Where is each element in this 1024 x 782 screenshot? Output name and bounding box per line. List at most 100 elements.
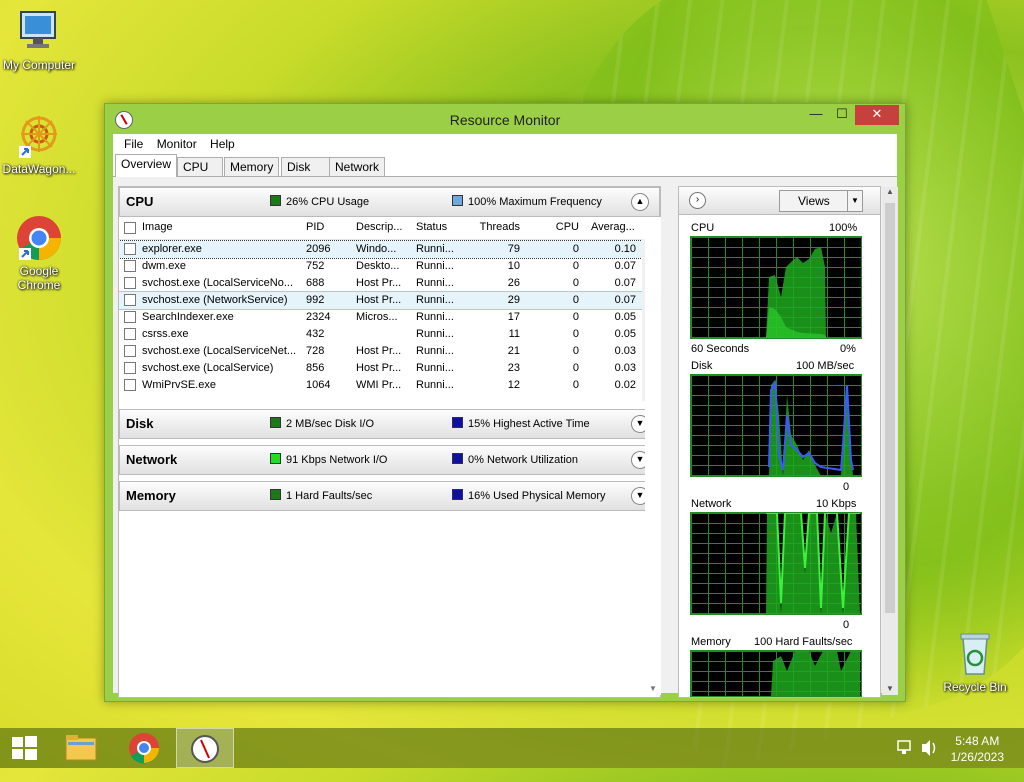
network-graph — [690, 512, 862, 615]
table-row[interactable]: csrss.exe 432 Runni... 11 0 0.05 — [119, 326, 658, 343]
datawagon-icon — [15, 112, 63, 160]
tab-overview[interactable]: Overview — [115, 154, 178, 177]
tab-memory[interactable]: Memory — [224, 157, 280, 176]
row-checkbox[interactable] — [124, 260, 136, 272]
used-memory-stat: 16% Used Physical Memory — [468, 490, 606, 502]
row-checkbox[interactable] — [124, 345, 136, 357]
title-bar[interactable]: Resource Monitor — ☐ ✕ — [105, 104, 905, 134]
table-row[interactable]: WmiPrvSE.exe 1064 WMI Pr... Runni... 12 0 0.02 — [119, 377, 658, 394]
row-checkbox[interactable] — [124, 311, 136, 323]
table-row[interactable]: dwm.exe 752 Deskto... Runni... 10 0 0.07 — [119, 258, 658, 275]
row-checkbox[interactable] — [124, 277, 136, 289]
tab-cpu[interactable]: CPU — [177, 157, 223, 176]
cell-cpu: 0 — [572, 379, 579, 391]
scroll-up-arrow-icon[interactable]: ▲ — [882, 187, 898, 196]
disk-section-header[interactable]: Disk 2 MB/sec Disk I/O 15% Highest Activ… — [119, 409, 660, 439]
scrollbar-thumb[interactable] — [885, 203, 895, 613]
desktop-icon-recycle-bin[interactable]: Recycle Bin — [936, 630, 1014, 694]
row-checkbox[interactable] — [124, 294, 136, 306]
col-threads[interactable]: Threads — [469, 221, 520, 243]
views-dropdown[interactable]: Views ▼ — [779, 190, 863, 212]
network-graph-plot — [766, 513, 860, 614]
system-clock[interactable]: 5:48 AM 1/26/2023 — [951, 733, 1004, 765]
desktop-icon-datawagon[interactable]: DataWagon... — [0, 112, 78, 176]
row-checkbox[interactable] — [124, 328, 136, 340]
col-pid[interactable]: PID — [306, 221, 346, 243]
disk-graph-min: 0 — [843, 481, 850, 493]
network-utilization-stat: 0% Network Utilization — [468, 454, 579, 466]
col-average[interactable]: Averag... — [591, 221, 641, 243]
cell-threads: 12 — [507, 379, 520, 391]
tab-disk[interactable]: Disk — [281, 157, 333, 176]
col-description[interactable]: Descrip... — [356, 221, 411, 243]
left-pane-scrollbar[interactable]: ▼ — [645, 217, 661, 695]
menu-bar: File Monitor Help — [113, 134, 897, 154]
resource-monitor-icon — [191, 735, 219, 763]
network-graph-max: 10 Kbps — [816, 498, 857, 510]
maximize-button[interactable]: ☐ — [829, 105, 855, 125]
memory-graph-label: Memory — [691, 636, 731, 648]
disk-io-stat: 2 MB/sec Disk I/O — [286, 418, 375, 430]
legend-swatch — [270, 453, 281, 464]
disk-graph-plot — [768, 379, 854, 476]
cpu-graph-plot — [691, 247, 826, 338]
chevron-up-icon[interactable]: ▲ — [631, 193, 649, 211]
section-title: Network — [126, 452, 178, 467]
cell-image: WmiPrvSE.exe — [142, 379, 216, 391]
cpu-graph — [690, 236, 862, 339]
table-row[interactable]: svchost.exe (NetworkService) 992 Host Pr..… — [119, 291, 658, 310]
legend-swatch — [270, 489, 281, 500]
window-client-area: File Monitor Help Overview CPU Memory Di… — [113, 134, 898, 698]
table-row[interactable]: explorer.exe 2096 Windo... Runni... 79 0 0.10 — [119, 240, 658, 259]
network-io-stat: 91 Kbps Network I/O — [286, 454, 388, 466]
col-status[interactable]: Status — [416, 221, 466, 243]
menu-monitor[interactable]: Monitor — [152, 134, 202, 154]
taskbar-resource-monitor[interactable] — [176, 728, 234, 768]
row-checkbox[interactable] — [124, 362, 136, 374]
row-checkbox[interactable] — [124, 243, 136, 255]
select-all-checkbox[interactable] — [124, 222, 136, 234]
row-checkbox[interactable] — [124, 379, 136, 391]
resource-monitor-window: Resource Monitor — ☐ ✕ File Monitor Help… — [104, 103, 906, 702]
taskbar: 5:48 AM 1/26/2023 — [0, 728, 1024, 768]
recycle-bin-icon — [951, 630, 999, 678]
close-button[interactable]: ✕ — [855, 105, 899, 125]
desktop-icon-label: Recycle Bin — [943, 680, 1007, 694]
folder-icon — [65, 735, 97, 761]
section-title: Disk — [126, 416, 154, 431]
cpu-usage-stat: 26% CPU Usage — [286, 196, 370, 208]
desktop-icon-google-chrome[interactable]: Google Chrome — [0, 214, 78, 292]
legend-swatch — [452, 417, 463, 428]
graphs-pane-scrollbar[interactable]: ▲ ▼ — [882, 187, 898, 695]
menu-file[interactable]: File — [119, 134, 148, 154]
table-row[interactable]: SearchIndexer.exe 2324 Micros... Runni... 17… — [119, 309, 658, 326]
desktop-icon-my-computer[interactable]: My Computer — [0, 8, 78, 72]
network-section-header[interactable]: Network 91 Kbps Network I/O 0% Network U… — [119, 445, 660, 475]
graphs-pane: › Views ▼ CPU 100% 60 Seconds 0% Disk 10… — [678, 186, 898, 698]
volume-tray-icon[interactable] — [918, 728, 940, 768]
taskbar-chrome[interactable] — [116, 728, 172, 768]
minimize-button[interactable]: — — [803, 105, 829, 125]
cpu-section-header[interactable]: CPU 26% CPU Usage 100% Maximum Frequency… — [119, 187, 660, 217]
tab-network[interactable]: Network — [329, 157, 386, 176]
taskbar-file-explorer[interactable] — [56, 728, 112, 768]
col-cpu[interactable]: CPU — [539, 221, 579, 243]
collapse-pane-chevron-icon[interactable]: › — [689, 192, 706, 209]
table-row[interactable]: svchost.exe (LocalServiceNo... 688 Host Pr… — [119, 275, 658, 292]
network-tray-icon[interactable] — [894, 728, 916, 768]
overview-left-pane: CPU 26% CPU Usage 100% Maximum Frequency… — [118, 186, 661, 698]
legend-swatch — [452, 489, 463, 500]
dropdown-arrow-icon[interactable]: ▼ — [847, 191, 862, 211]
menu-help[interactable]: Help — [205, 134, 240, 154]
col-image[interactable]: Image — [142, 221, 292, 243]
scroll-down-arrow-icon[interactable]: ▼ — [882, 684, 898, 693]
graphs-pane-header: › Views ▼ — [679, 187, 880, 215]
section-title: Memory — [126, 488, 176, 503]
memory-section-header[interactable]: Memory 1 Hard Faults/sec 16% Used Physic… — [119, 481, 660, 511]
cpu-graph-min: 0% — [840, 343, 856, 355]
scroll-down-arrow-icon[interactable]: ▼ — [645, 684, 661, 693]
views-label: Views — [798, 194, 830, 208]
start-button[interactable] — [0, 728, 56, 768]
table-row[interactable]: svchost.exe (LocalServiceNet... 728 Host P… — [119, 343, 658, 360]
table-row[interactable]: svchost.exe (LocalService) 856 Host Pr... R… — [119, 360, 658, 377]
